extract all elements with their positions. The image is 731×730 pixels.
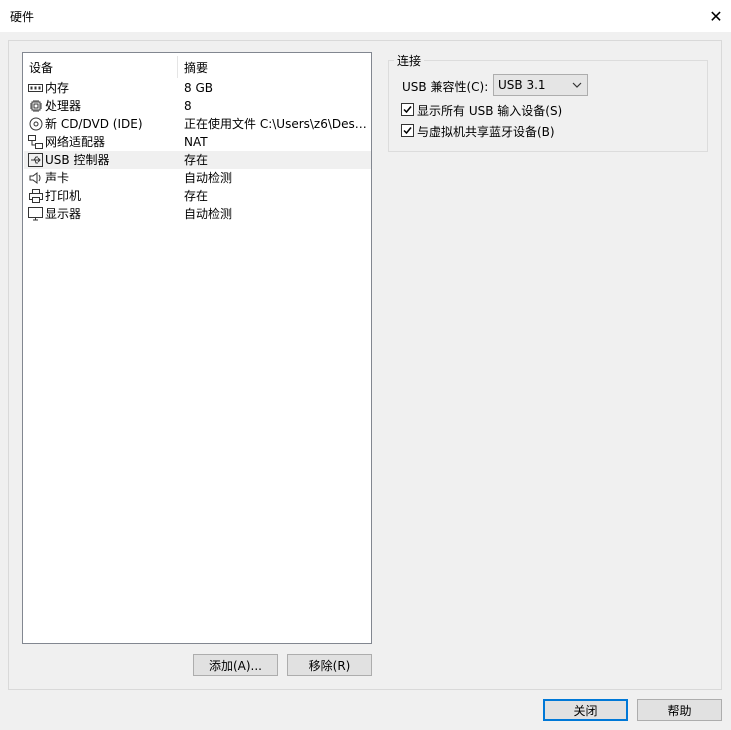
window-title: 硬件 — [10, 10, 35, 24]
device-name: 声卡 — [45, 171, 70, 185]
list-item[interactable]: 内存 8 GB — [24, 79, 371, 97]
device-summary: 自动检测 — [184, 207, 233, 221]
device-summary: 8 — [184, 99, 192, 113]
usb-compat-select[interactable]: USB 3.1 — [493, 74, 588, 96]
cpu-icon — [28, 99, 43, 113]
list-item[interactable]: 网络适配器 NAT — [24, 133, 371, 151]
column-divider[interactable] — [177, 56, 178, 78]
list-header: 设备 摘要 — [23, 59, 371, 77]
close-button[interactable]: 关闭 — [543, 699, 628, 721]
device-summary: 正在使用文件 C:\Users\z6\Desk... — [184, 117, 369, 131]
device-name: 打印机 — [45, 189, 82, 203]
list-item[interactable]: USB 控制器 存在 — [24, 151, 371, 169]
device-name: 处理器 — [45, 99, 82, 113]
device-summary: 存在 — [184, 189, 209, 203]
device-name: 内存 — [45, 81, 70, 95]
list-item[interactable]: 显示器 自动检测 — [24, 205, 371, 223]
show-all-usb-checkbox[interactable] — [401, 103, 414, 116]
disc-icon — [28, 117, 43, 131]
device-list[interactable]: 设备 摘要 内存 8 GB 处理器 8 新 CD/DVD (IDE) 正在使用文件 C:\… — [22, 52, 372, 644]
device-name: USB 控制器 — [45, 153, 110, 167]
list-item[interactable]: 打印机 存在 — [24, 187, 371, 205]
usb-compat-value: USB 3.1 — [498, 78, 546, 92]
device-summary: 存在 — [184, 153, 209, 167]
network-icon — [28, 135, 43, 149]
speaker-icon — [28, 171, 43, 185]
device-summary: 自动检测 — [184, 171, 233, 185]
remove-button[interactable]: 移除(R) — [287, 654, 372, 676]
list-item[interactable]: 新 CD/DVD (IDE) 正在使用文件 C:\Users\z6\Desk... — [24, 115, 371, 133]
checkmark-icon — [403, 127, 412, 135]
device-summary: NAT — [184, 135, 208, 149]
title-bar: 硬件 ✕ — [0, 0, 731, 32]
device-name: 新 CD/DVD (IDE) — [45, 117, 143, 131]
usb-compat-label: USB 兼容性(C): — [402, 80, 489, 94]
device-name: 显示器 — [45, 207, 82, 221]
chevron-down-icon — [572, 79, 582, 93]
show-all-usb-label[interactable]: 显示所有 USB 输入设备(S) — [417, 102, 562, 119]
share-bluetooth-checkbox[interactable] — [401, 124, 414, 137]
usb-icon — [28, 153, 43, 167]
help-button[interactable]: 帮助 — [637, 699, 722, 721]
monitor-icon — [28, 207, 43, 221]
memory-icon — [28, 81, 43, 95]
device-name: 网络适配器 — [45, 135, 106, 149]
checkmark-icon — [403, 106, 412, 114]
close-window-button[interactable]: ✕ — [701, 0, 731, 32]
share-bluetooth-label[interactable]: 与虚拟机共享蓝牙设备(B) — [417, 123, 555, 140]
connection-group-title: 连接 — [394, 52, 425, 69]
add-button[interactable]: 添加(A)... — [193, 654, 278, 676]
list-item[interactable]: 处理器 8 — [24, 97, 371, 115]
printer-icon — [28, 189, 43, 203]
column-header-summary[interactable]: 摘要 — [184, 59, 208, 77]
device-summary: 8 GB — [184, 81, 213, 95]
column-header-device[interactable]: 设备 — [29, 59, 53, 77]
list-item[interactable]: 声卡 自动检测 — [24, 169, 371, 187]
